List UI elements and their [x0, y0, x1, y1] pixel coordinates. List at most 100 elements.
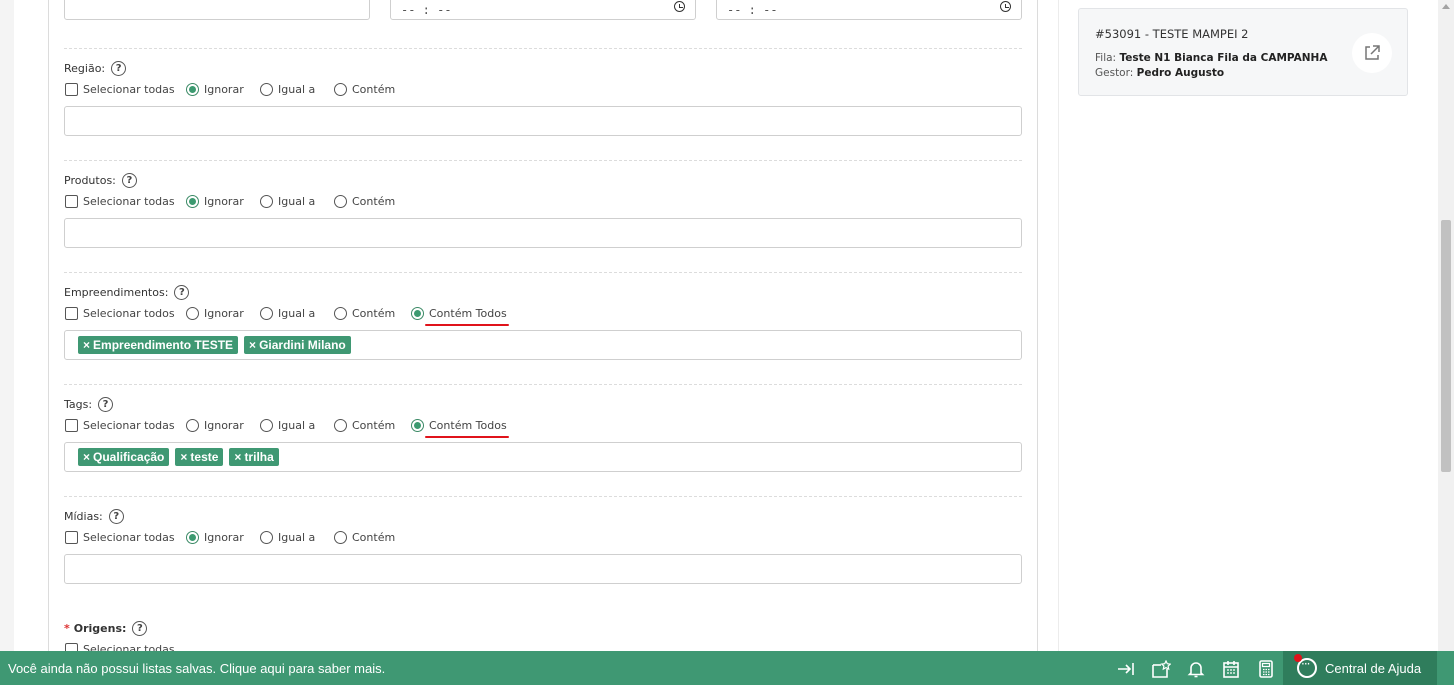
- radio-dot[interactable]: [334, 194, 347, 208]
- radio-contem[interactable]: Contém: [334, 192, 395, 210]
- radio-dot-selected[interactable]: [411, 306, 424, 320]
- radio-igual-a[interactable]: Igual a: [260, 304, 315, 322]
- select-all-checkbox[interactable]: Selecionar todas: [65, 528, 175, 546]
- checkbox-box[interactable]: [65, 418, 78, 432]
- remove-chip-icon[interactable]: ×: [180, 450, 187, 464]
- campaign-title: #53091 - TESTE MAMPEI 2: [1095, 27, 1249, 41]
- select-all-checkbox[interactable]: Selecionar todas: [65, 416, 175, 434]
- produtos-select-field[interactable]: [64, 218, 1022, 248]
- campaign-manager: Gestor: Pedro Augusto: [1095, 67, 1224, 79]
- radio-dot-selected[interactable]: [186, 82, 199, 96]
- tags-select-field[interactable]: × Qualificação × teste × trilha: [64, 442, 1022, 472]
- select-all-checkbox[interactable]: Selecionar todos: [65, 304, 175, 322]
- start-time-input[interactable]: -- : --: [390, 0, 696, 20]
- help-icon[interactable]: ?: [174, 284, 190, 300]
- radio-dot[interactable]: [260, 306, 273, 320]
- section-divider: [64, 384, 1022, 385]
- radio-contem-todos[interactable]: Contém Todos: [411, 416, 509, 438]
- chip[interactable]: × Giardini Milano: [244, 336, 351, 354]
- radio-igual-a[interactable]: Igual a: [260, 416, 315, 434]
- checkbox-box[interactable]: [65, 194, 78, 208]
- radio-label: Contém Todos: [429, 418, 507, 432]
- radio-contem-todos[interactable]: Contém Todos: [411, 304, 509, 326]
- radio-contem[interactable]: Contém: [334, 80, 395, 98]
- help-center-button[interactable]: Central de Ajuda: [1283, 651, 1437, 685]
- radio-ignorar[interactable]: Ignorar: [186, 192, 244, 210]
- help-icon[interactable]: ?: [98, 396, 114, 412]
- chip[interactable]: × trilha: [229, 448, 279, 466]
- radio-label: Igual a: [278, 306, 316, 320]
- radio-label: Igual a: [278, 530, 316, 544]
- help-icon[interactable]: ?: [111, 60, 127, 76]
- radio-contem[interactable]: Contém: [334, 304, 395, 322]
- saved-lists-message[interactable]: Você ainda não possui listas salvas. Cli…: [8, 661, 385, 676]
- radio-dot[interactable]: [260, 530, 273, 544]
- radio-contem[interactable]: Contém: [334, 416, 395, 434]
- radio-dot[interactable]: [186, 418, 199, 432]
- notification-dot: [1294, 654, 1302, 662]
- campaign-queue: Fila: Teste N1 Bianca Fila da CAMPANHA: [1095, 52, 1327, 64]
- radio-dot[interactable]: [186, 306, 199, 320]
- remove-chip-icon[interactable]: ×: [83, 450, 90, 464]
- remove-chip-icon[interactable]: ×: [234, 450, 241, 464]
- radio-ignorar[interactable]: Ignorar: [186, 416, 244, 434]
- midias-select-field[interactable]: [64, 554, 1022, 584]
- radio-dot-selected[interactable]: [411, 418, 424, 432]
- help-icon[interactable]: ?: [121, 172, 137, 188]
- checkbox-box[interactable]: [65, 530, 78, 544]
- external-link-icon: [1365, 45, 1380, 60]
- radio-dot-selected[interactable]: [186, 194, 199, 208]
- radio-dot[interactable]: [334, 82, 347, 96]
- help-icon[interactable]: ?: [108, 508, 124, 524]
- radio-dot[interactable]: [334, 418, 347, 432]
- chip[interactable]: × Empreendimento TESTE: [78, 336, 239, 354]
- bottom-bar: Você ainda não possui listas salvas. Cli…: [0, 651, 1454, 685]
- select-all-checkbox[interactable]: Selecionar todas: [65, 640, 175, 651]
- calculator-icon[interactable]: [1257, 660, 1275, 678]
- select-all-checkbox[interactable]: Selecionar todas: [65, 192, 175, 210]
- remove-chip-icon[interactable]: ×: [249, 338, 256, 352]
- radio-dot[interactable]: [260, 82, 273, 96]
- filter-label-text: Produtos:: [64, 173, 116, 187]
- radio-ignorar[interactable]: Ignorar: [186, 528, 244, 546]
- checkbox-box[interactable]: [65, 82, 78, 96]
- saved-lists-star-icon[interactable]: [1151, 660, 1171, 678]
- radio-igual-a[interactable]: Igual a: [260, 192, 315, 210]
- campaign-info-card: #53091 - TESTE MAMPEI 2 Fila: Teste N1 B…: [1078, 8, 1408, 96]
- scroll-thumb[interactable]: [1441, 220, 1451, 472]
- radio-dot[interactable]: [334, 530, 347, 544]
- radio-ignorar[interactable]: Ignorar: [186, 304, 244, 322]
- checkbox-box[interactable]: [65, 306, 78, 320]
- radio-dot[interactable]: [260, 194, 273, 208]
- chip-label: trilha: [244, 450, 274, 464]
- text-input-top[interactable]: [64, 0, 370, 20]
- regiao-select-field[interactable]: [64, 106, 1022, 136]
- radio-igual-a[interactable]: Igual a: [260, 80, 315, 98]
- filter-label: Empreendimentos: ?: [64, 284, 190, 300]
- checkbox-box[interactable]: [65, 642, 78, 651]
- scroll-up-arrow[interactable]: [1442, 4, 1450, 9]
- chip[interactable]: × teste: [175, 448, 224, 466]
- end-time-placeholder: -- : --: [727, 3, 778, 17]
- radio-label: Contém: [352, 306, 396, 320]
- remove-chip-icon[interactable]: ×: [83, 338, 90, 352]
- filter-label: * Origens: ?: [64, 620, 148, 636]
- calendar-icon[interactable]: [1222, 660, 1240, 678]
- queue-value: Teste N1 Bianca Fila da CAMPANHA: [1119, 52, 1328, 64]
- select-all-checkbox[interactable]: Selecionar todas: [65, 80, 175, 98]
- help-icon[interactable]: ?: [132, 620, 148, 636]
- radio-dot-selected[interactable]: [186, 530, 199, 544]
- bell-icon[interactable]: [1187, 660, 1205, 678]
- empreendimentos-select-field[interactable]: × Empreendimento TESTE × Giardini Milano: [64, 330, 1022, 360]
- radio-igual-a[interactable]: Igual a: [260, 528, 315, 546]
- page-scrollbar[interactable]: [1438, 0, 1454, 651]
- radio-dot[interactable]: [260, 418, 273, 432]
- collapse-arrow-icon[interactable]: [1117, 660, 1135, 678]
- radio-ignorar[interactable]: Ignorar: [186, 80, 244, 98]
- radio-dot[interactable]: [334, 306, 347, 320]
- end-time-input[interactable]: -- : --: [716, 0, 1022, 20]
- chip[interactable]: × Qualificação: [78, 448, 170, 466]
- clock-icon: [674, 1, 685, 12]
- open-campaign-button[interactable]: [1352, 33, 1392, 73]
- radio-contem[interactable]: Contém: [334, 528, 395, 546]
